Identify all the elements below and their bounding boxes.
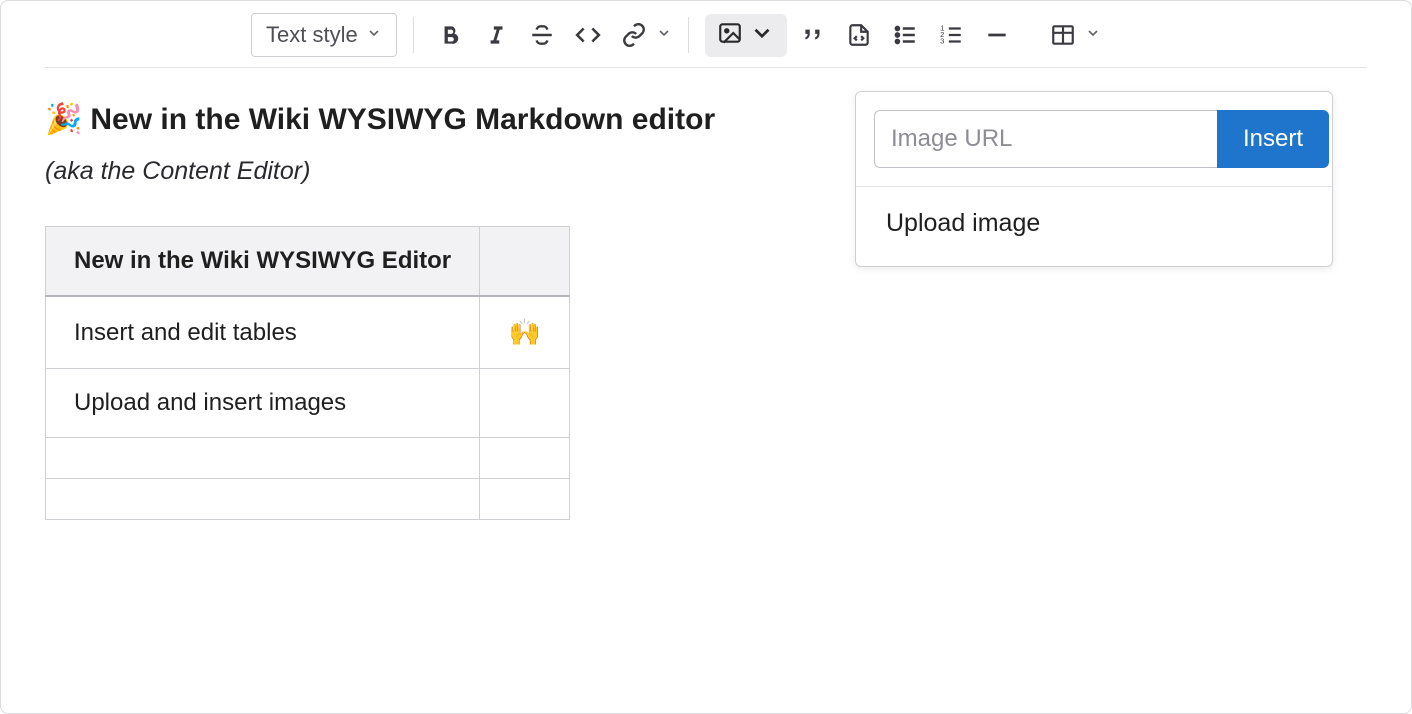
svg-text:3: 3 [940,37,944,46]
heading-text: New in the Wiki WYSIWYG Markdown editor [90,103,715,137]
table-header-row[interactable]: New in the Wiki WYSIWYG Editor [46,227,570,297]
editor-toolbar: Text style [1,9,1411,67]
code-button[interactable] [568,15,608,55]
toolbar-divider [688,17,689,53]
bold-button[interactable] [430,15,470,55]
table-cell[interactable]: Insert and edit tables [46,296,480,369]
table-cell[interactable]: Upload and insert images [46,369,480,438]
table-cell-emoji[interactable] [480,369,570,438]
toolbar-divider [413,17,414,53]
table-cell[interactable] [46,438,480,479]
table-row[interactable]: Upload and insert images [46,369,570,438]
bullet-list-button[interactable] [885,15,925,55]
text-style-dropdown[interactable]: Text style [251,13,397,57]
image-insert-popover: Insert Upload image [855,91,1333,267]
table-icon [1043,15,1083,55]
code-block-button[interactable] [839,15,879,55]
strikethrough-button[interactable] [522,15,562,55]
table-cell[interactable] [46,479,480,520]
link-icon [614,15,654,55]
horizontal-rule-button[interactable] [977,15,1017,55]
table-header-cell[interactable]: New in the Wiki WYSIWYG Editor [46,227,480,297]
numbered-list-button[interactable]: 123 [931,15,971,55]
chevron-down-icon [749,20,775,51]
table-cell-emoji[interactable]: 🙌 [480,296,570,369]
image-dropdown[interactable] [705,14,787,57]
table-row[interactable]: Insert and edit tables 🙌 [46,296,570,369]
content-table[interactable]: New in the Wiki WYSIWYG Editor Insert an… [45,226,570,520]
table-row[interactable] [46,438,570,479]
table-row[interactable] [46,479,570,520]
heading-emoji: 🎉 [45,102,82,137]
chevron-down-icon [1085,25,1101,46]
upload-image-option[interactable]: Upload image [856,187,1332,266]
insert-image-button[interactable]: Insert [1217,110,1329,168]
link-dropdown[interactable] [614,15,672,55]
table-cell-emoji[interactable] [480,438,570,479]
text-style-label: Text style [266,22,358,48]
image-icon [717,20,743,51]
image-url-input[interactable] [874,110,1217,168]
blockquote-button[interactable] [793,15,833,55]
image-url-row: Insert [856,92,1332,187]
editor-frame: Text style [0,0,1412,714]
table-header-cell-empty[interactable] [480,227,570,297]
table-cell-emoji[interactable] [480,479,570,520]
table-dropdown[interactable] [1043,15,1101,55]
chevron-down-icon [366,25,382,46]
italic-button[interactable] [476,15,516,55]
chevron-down-icon [656,25,672,46]
